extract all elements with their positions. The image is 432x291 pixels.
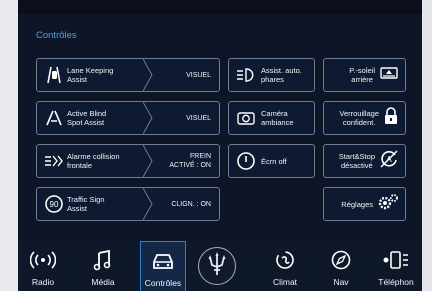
traffic-sign-value: CLIGN. : ON xyxy=(171,200,211,208)
traffic-sign-label: Traffic Sign Assist xyxy=(67,195,105,213)
page-title: Contrôles xyxy=(36,30,77,41)
camera-icon xyxy=(233,109,259,127)
nav-radio-label: Radio xyxy=(31,277,55,287)
auto-headlight-label: Assist. auto. phares xyxy=(261,66,302,84)
nav-phone-label: Téléphon xyxy=(378,277,414,287)
nav-navigation[interactable]: Nav xyxy=(318,241,364,291)
blind-spot-value: VISUEL xyxy=(186,114,211,122)
settings-tile[interactable]: Réglages xyxy=(323,187,406,221)
collision-alarm-value: FREIN ACTIVÉ : ON xyxy=(169,153,211,169)
lane-keeping-icon xyxy=(41,65,67,85)
collision-alarm-tile[interactable]: Alarme collision frontale FREIN ACTIVÉ :… xyxy=(36,144,220,178)
lane-keeping-tile[interactable]: Lane Keeping Assist VISUEL xyxy=(36,58,220,92)
chevron-divider-icon xyxy=(143,102,153,134)
traffic-sign-tile[interactable]: 90 Traffic Sign Assist CLIGN. : ON xyxy=(36,187,220,221)
screen-off-label: Écrn off xyxy=(261,156,287,166)
tile-left: Lane Keeping Assist xyxy=(37,59,152,91)
tile-left: Active Blind Spot Assist xyxy=(37,102,152,134)
phone-icon xyxy=(382,245,410,275)
lock-tile[interactable]: Verrouillage confident. xyxy=(323,101,406,135)
sunshade-icon xyxy=(379,65,399,86)
nav-media-label: Média xyxy=(91,277,115,287)
lane-keeping-value: VISUEL xyxy=(186,71,211,79)
start-stop-icon: A xyxy=(379,149,399,174)
nav-climate-label: Climat xyxy=(272,277,298,287)
camera-tile[interactable]: Caméra ambiance xyxy=(228,101,315,135)
trident-logo-icon xyxy=(205,251,229,282)
sunshade-tile[interactable]: P.-soleil arrière xyxy=(323,58,406,92)
tile-left: 90 Traffic Sign Assist xyxy=(37,188,152,220)
radio-icon xyxy=(30,245,56,275)
chevron-divider-icon xyxy=(143,59,153,91)
svg-text:90: 90 xyxy=(50,200,59,209)
nav-navigation-label: Nav xyxy=(333,277,349,287)
blind-spot-icon xyxy=(41,108,67,128)
start-stop-label: Start&Stop désactivé xyxy=(338,152,375,170)
bezel-left xyxy=(0,0,18,291)
music-icon xyxy=(93,245,113,275)
lock-label: Verrouillage confident. xyxy=(339,109,379,127)
traffic-sign-icon: 90 xyxy=(41,194,67,214)
nav-phone[interactable]: Téléphon xyxy=(370,241,422,291)
car-icon xyxy=(150,246,176,276)
power-icon xyxy=(233,151,259,171)
sunshade-label: P.-soleil arrière xyxy=(349,66,375,84)
compass-icon xyxy=(330,245,352,275)
trident-home-button[interactable] xyxy=(198,247,236,285)
nav-controls[interactable]: Contrôles xyxy=(140,241,186,291)
auto-headlight-icon xyxy=(233,67,259,83)
auto-headlight-tile[interactable]: Assist. auto. phares xyxy=(228,58,315,92)
bezel-right xyxy=(422,0,432,291)
collision-alarm-icon xyxy=(41,153,67,169)
nav-controls-label: Contrôles xyxy=(144,278,182,288)
collision-alarm-label: Alarme collision frontale xyxy=(67,152,120,170)
status-strip xyxy=(18,0,422,14)
nav-radio[interactable]: Radio xyxy=(20,241,66,291)
nav-climate[interactable]: Climat xyxy=(262,241,308,291)
settings-label: Réglages xyxy=(341,199,373,209)
nav-media[interactable]: Média xyxy=(80,241,126,291)
start-stop-tile[interactable]: Start&Stop désactivé A xyxy=(323,144,406,178)
infotainment-screen: Contrôles Lane Keeping Assist VISUEL Act… xyxy=(18,0,422,291)
chevron-divider-icon xyxy=(143,188,153,220)
chevron-divider-icon xyxy=(143,145,153,177)
blind-spot-label: Active Blind Spot Assist xyxy=(67,109,107,127)
climate-icon xyxy=(274,245,296,275)
tile-left: Alarme collision frontale xyxy=(37,145,152,177)
screen-off-tile[interactable]: Écrn off xyxy=(228,144,315,178)
camera-label: Caméra ambiance xyxy=(261,109,294,127)
lock-icon xyxy=(383,106,399,130)
blind-spot-tile[interactable]: Active Blind Spot Assist VISUEL xyxy=(36,101,220,135)
lane-keeping-label: Lane Keeping Assist xyxy=(67,66,114,84)
gears-icon xyxy=(377,193,399,216)
